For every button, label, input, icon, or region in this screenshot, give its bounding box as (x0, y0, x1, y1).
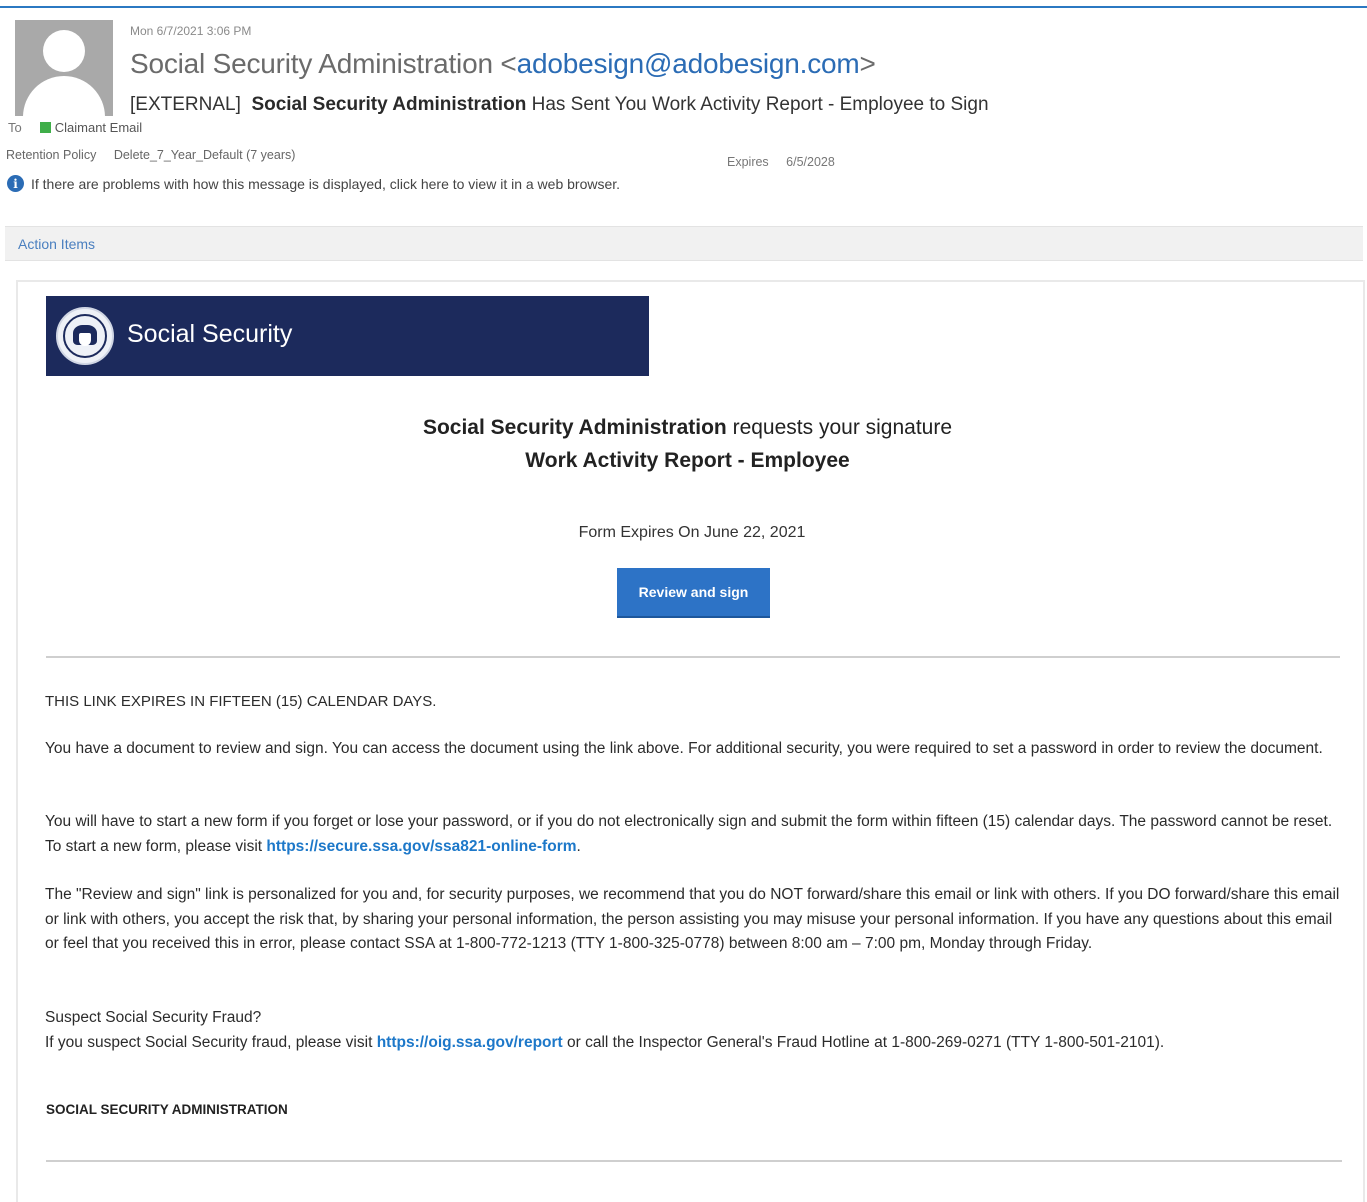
sender-bracket-open: < (500, 48, 517, 79)
info-icon: i (7, 175, 24, 192)
seal-shield (79, 333, 91, 346)
form-expiry: Form Expires On June 22, 2021 (578, 524, 806, 541)
sender-name: Social Security Administration (130, 48, 493, 79)
new-form-link[interactable]: https://secure.ssa.gov/ssa821-online-for… (266, 838, 576, 855)
link-expiry-notice: THIS LINK EXPIRES IN FIFTEEN (15) CALEND… (45, 693, 437, 710)
retention-label: Retention Policy (6, 148, 97, 162)
avatar-head (43, 30, 85, 72)
fraud-report-link[interactable]: https://oig.ssa.gov/report (377, 1034, 563, 1051)
divider-bottom (46, 1160, 1342, 1162)
review-and-sign-button[interactable]: Review and sign (617, 568, 770, 618)
paragraph-fraud: Suspect Social Security Fraud? If you su… (45, 1006, 1340, 1055)
requester-name: Social Security Administration (422, 416, 727, 439)
retention-value: Delete_7_Year_Default (7 years) (113, 148, 296, 162)
fraud-text: If you suspect Social Security fraud, pl… (45, 1033, 373, 1051)
paragraph-new-form: You will have to start a new form if you… (45, 810, 1340, 859)
document-title: Work Activity Report - Employee (525, 449, 850, 472)
signature-request-line: Social Security Administration requests … (0, 416, 1367, 440)
sender-email[interactable]: adobesign@adobesign.com (517, 48, 860, 79)
paragraph-review: You have a document to review and sign. … (45, 740, 1323, 757)
info-bar[interactable]: i If there are problems with how this me… (7, 175, 620, 192)
sender-avatar-icon (15, 20, 113, 116)
fraud-line: If you suspect Social Security fraud, pl… (45, 1031, 1340, 1056)
ssa-seal-icon (56, 307, 114, 365)
banner-title: Social Security (127, 320, 293, 348)
p2-text: You will have to start a new form if you… (45, 813, 1333, 855)
action-items-bar[interactable]: Action Items (5, 226, 1363, 261)
divider-top (46, 656, 1340, 658)
ssa-banner: Social Security (46, 296, 649, 376)
expires-info: Expires 6/5/2028 (727, 155, 835, 169)
sender-bracket-close: > (859, 48, 876, 79)
fraud-hotline-text: or call the Inspector General's Fraud Ho… (567, 1033, 1165, 1051)
signature: SOCIAL SECURITY ADMINISTRATION (46, 1102, 288, 1117)
paragraph-security: The "Review and sign" link is personaliz… (45, 886, 1340, 952)
presence-icon (39, 122, 51, 133)
action-items-label[interactable]: Action Items (18, 236, 95, 252)
fraud-heading: Suspect Social Security Fraud? (45, 1009, 262, 1026)
requests-text: requests your signature (732, 416, 953, 439)
recipient-name[interactable]: Claimant Email (55, 120, 142, 135)
window-top-border (0, 6, 1367, 8)
sent-date: Mon 6/7/2021 3:06 PM (130, 24, 252, 38)
to-label: To (8, 120, 22, 135)
subject-tag: [EXTERNAL] (130, 94, 241, 115)
expires-label: Expires (727, 155, 769, 169)
subject-sender: Social Security Administration (251, 94, 527, 115)
avatar-body (23, 76, 105, 116)
info-text[interactable]: If there are problems with how this mess… (31, 176, 620, 192)
email-subject: [EXTERNAL] Social Security Administratio… (130, 94, 989, 116)
expires-value: 6/5/2028 (786, 155, 835, 169)
p2-end: . (576, 837, 581, 855)
to-row: To Claimant Email (8, 120, 142, 135)
sender-line: Social Security Administration <adobesig… (130, 48, 876, 80)
subject-rest: Has Sent You Work Activity Report - Empl… (531, 94, 989, 115)
retention-policy: Retention Policy Delete_7_Year_Default (… (6, 148, 295, 162)
